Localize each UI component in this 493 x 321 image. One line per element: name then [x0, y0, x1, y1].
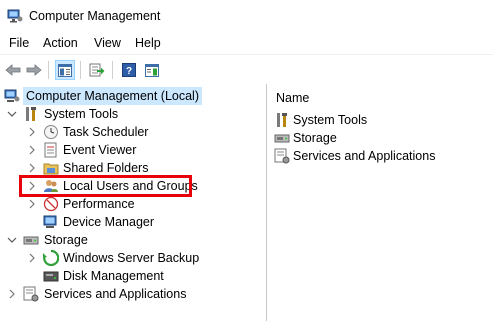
toolbar-separator — [48, 61, 49, 79]
column-header-name[interactable]: Name — [276, 91, 309, 105]
console-tree[interactable]: Computer Management (Local) System Tools… — [0, 84, 267, 321]
tree-item-device-manager[interactable]: Device Manager — [0, 213, 266, 231]
tree-label: Device Manager — [63, 215, 155, 229]
action-pane-icon — [145, 63, 159, 77]
show-hide-tree-icon — [58, 63, 72, 77]
tree-label: Storage — [44, 233, 88, 247]
window-title: Computer Management — [29, 9, 161, 23]
performance-icon — [43, 196, 59, 212]
list-item-label: Storage — [293, 131, 337, 145]
services-icon — [274, 148, 290, 164]
menu-help[interactable]: Help — [135, 36, 161, 50]
menu-file[interactable]: File — [9, 36, 29, 50]
tree-item-performance[interactable]: Performance — [0, 195, 266, 213]
export-list-icon — [89, 63, 105, 77]
chevron-right-icon[interactable] — [27, 163, 37, 173]
tree-item-root[interactable]: Computer Management (Local) — [0, 87, 266, 105]
toolbar-separator — [80, 61, 81, 79]
tree-root-label: Computer Management (Local) — [23, 87, 202, 105]
chevron-right-icon[interactable] — [27, 199, 37, 209]
highlight-box — [19, 175, 192, 197]
tree-item-services-and-applications[interactable]: Services and Applications — [0, 285, 266, 303]
tree-label: Event Viewer — [63, 143, 137, 157]
list-item[interactable]: Storage — [272, 129, 492, 147]
chevron-down-icon[interactable] — [7, 109, 17, 119]
menu-bar: File Action View Help — [0, 32, 493, 54]
show-hide-action-pane-button[interactable] — [142, 60, 162, 80]
results-pane: Name System Tools Storage Services and A… — [268, 84, 493, 321]
show-hide-console-tree-button[interactable] — [55, 60, 75, 80]
storage-icon — [274, 134, 290, 143]
tree-label: Performance — [63, 197, 135, 211]
tree-label: System Tools — [44, 107, 119, 121]
chevron-down-icon[interactable] — [7, 235, 17, 245]
services-icon — [23, 286, 39, 302]
list-item[interactable]: System Tools — [272, 111, 492, 129]
tree-item-disk-management[interactable]: Disk Management — [0, 267, 266, 285]
help-icon: ? — [122, 63, 136, 77]
clock-icon — [44, 125, 58, 139]
list-item-label: System Tools — [293, 113, 368, 127]
computer-management-icon — [7, 9, 23, 23]
forward-button[interactable] — [24, 60, 44, 80]
help-button[interactable]: ? — [119, 60, 139, 80]
back-arrow-icon — [5, 64, 21, 76]
tree-item-windows-server-backup[interactable]: Windows Server Backup — [0, 249, 266, 267]
tools-icon — [26, 107, 36, 121]
tree-label: Windows Server Backup — [63, 251, 200, 265]
chevron-right-icon[interactable] — [27, 145, 37, 155]
tree-item-event-viewer[interactable]: Event Viewer — [0, 141, 266, 159]
tree-item-task-scheduler[interactable]: Task Scheduler — [0, 123, 266, 141]
tree-label: Task Scheduler — [63, 125, 149, 139]
chevron-right-icon[interactable] — [7, 289, 17, 299]
back-button[interactable] — [3, 60, 23, 80]
menu-view[interactable]: View — [94, 36, 121, 50]
shared-folder-icon — [43, 163, 59, 175]
list-item-label: Services and Applications — [293, 149, 436, 163]
tools-icon — [277, 113, 287, 127]
event-viewer-icon — [44, 142, 57, 158]
computer-management-icon — [4, 89, 20, 102]
backup-icon — [43, 250, 59, 266]
tree-label: Services and Applications — [44, 287, 187, 301]
chevron-right-icon[interactable] — [27, 127, 37, 137]
toolbar-separator — [112, 61, 113, 79]
storage-icon — [23, 236, 39, 245]
disk-management-icon — [43, 271, 59, 282]
device-manager-icon — [43, 215, 57, 228]
menu-action[interactable]: Action — [43, 36, 78, 50]
chevron-right-icon[interactable] — [27, 253, 37, 263]
export-list-button[interactable] — [87, 60, 107, 80]
tree-label: Disk Management — [63, 269, 164, 283]
svg-text:?: ? — [126, 66, 132, 77]
list-item[interactable]: Services and Applications — [272, 147, 492, 165]
title-bar: Computer Management — [0, 0, 493, 32]
forward-arrow-icon — [26, 64, 42, 76]
tree-item-system-tools[interactable]: System Tools — [0, 105, 266, 123]
toolbar: ? — [0, 54, 493, 85]
tree-item-storage[interactable]: Storage — [0, 231, 266, 249]
